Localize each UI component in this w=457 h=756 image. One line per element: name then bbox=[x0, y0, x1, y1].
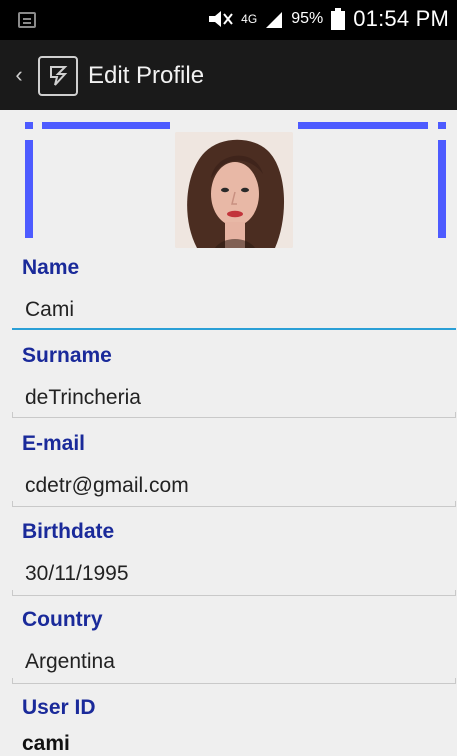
header-frame-line bbox=[438, 140, 446, 238]
user-id-label: User ID bbox=[22, 696, 96, 719]
header-frame-line bbox=[298, 122, 428, 129]
surname-field-underline bbox=[12, 417, 456, 418]
email-field[interactable]: cdetr@gmail.com bbox=[25, 474, 189, 498]
underline-tick bbox=[12, 678, 13, 684]
email-field-underline bbox=[12, 506, 456, 507]
name-field[interactable]: Cami bbox=[25, 298, 74, 322]
surname-field[interactable]: deTrincheria bbox=[25, 386, 141, 410]
status-bar: 4G 95% 01:54 PM bbox=[0, 0, 457, 40]
page-title: Edit Profile bbox=[88, 62, 205, 89]
header-frame-line bbox=[42, 122, 170, 129]
country-label: Country bbox=[22, 608, 103, 631]
profile-photo[interactable] bbox=[175, 132, 293, 248]
action-bar: ‹ Edit Profile bbox=[0, 40, 457, 110]
underline-tick bbox=[12, 590, 13, 596]
header-frame-line bbox=[25, 122, 33, 129]
birthdate-field-underline bbox=[12, 595, 456, 596]
battery-percent: 95% bbox=[291, 10, 324, 27]
underline-tick bbox=[12, 501, 13, 507]
country-field-underline bbox=[12, 683, 456, 684]
header-frame-line bbox=[438, 122, 446, 129]
name-field-underline bbox=[12, 328, 456, 330]
battery-icon bbox=[331, 8, 346, 30]
country-field[interactable]: Argentina bbox=[25, 650, 115, 674]
signal-icon bbox=[265, 9, 283, 29]
surname-label: Surname bbox=[22, 344, 112, 367]
underline-tick bbox=[455, 590, 456, 596]
underline-tick bbox=[455, 678, 456, 684]
underline-tick bbox=[455, 412, 456, 418]
clock: 01:54 PM bbox=[353, 6, 449, 31]
edit-profile-form: Name Cami Surname deTrincheria E-mail cd… bbox=[0, 110, 457, 755]
underline-tick bbox=[12, 412, 13, 418]
email-label: E-mail bbox=[22, 432, 86, 455]
birthdate-field[interactable]: 30/11/1995 bbox=[25, 562, 129, 586]
user-id-value: cami bbox=[22, 732, 70, 755]
header-frame-line bbox=[25, 140, 33, 238]
name-label: Name bbox=[22, 256, 80, 279]
status-icons: 4G 95% 01:54 PM bbox=[207, 6, 449, 32]
network-type-icon: 4G bbox=[241, 12, 258, 26]
birthdate-label: Birthdate bbox=[22, 520, 115, 543]
app-logo[interactable] bbox=[38, 56, 78, 96]
profile-header bbox=[0, 110, 457, 250]
notification-icon bbox=[18, 12, 36, 28]
back-icon[interactable]: ‹ bbox=[10, 62, 28, 87]
mute-icon bbox=[207, 8, 233, 30]
underline-tick bbox=[455, 501, 456, 507]
